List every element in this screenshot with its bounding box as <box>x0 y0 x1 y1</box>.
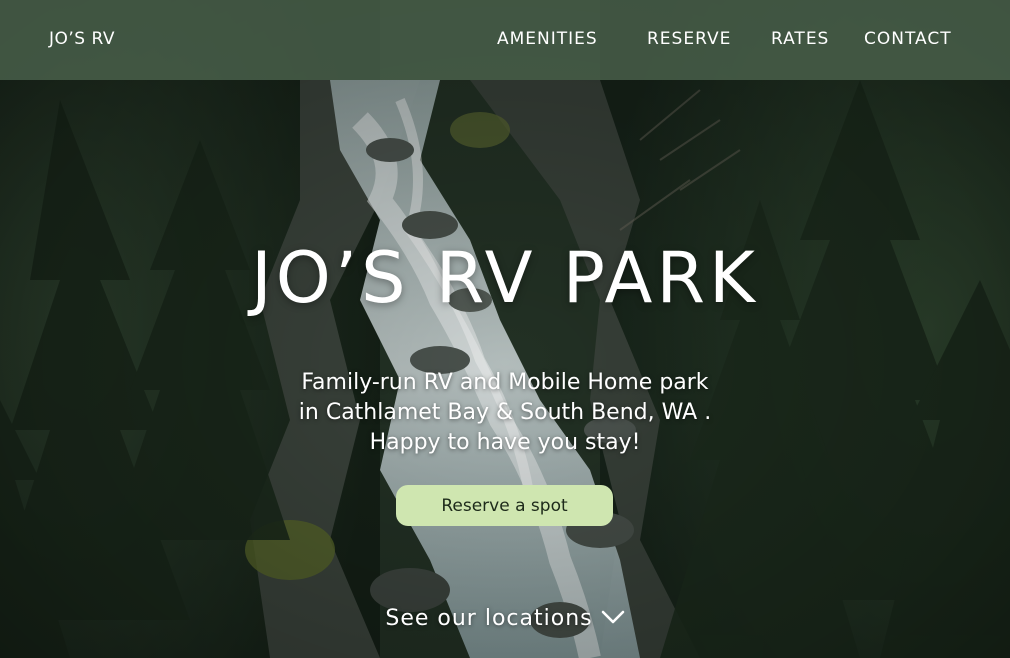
hero-subtitle-line: Family-run RV and Mobile Home park <box>301 370 709 395</box>
hero-title: JO’S RV PARK <box>251 237 759 319</box>
page: JO’S RV AMENITIES RESERVE RATES CONTACT … <box>0 0 1010 658</box>
reserve-spot-button[interactable]: Reserve a spot <box>396 485 613 526</box>
see-locations-label: See our locations <box>385 606 593 631</box>
hero-overlay <box>0 0 1010 658</box>
brand-logo-link[interactable]: JO’S RV <box>49 29 115 49</box>
nav-link-reserve[interactable]: RESERVE <box>647 29 731 49</box>
nav-link-amenities[interactable]: AMENITIES <box>497 29 598 49</box>
hero-subtitle-line: Happy to have you stay! <box>369 430 641 455</box>
chevron-down-icon <box>601 605 625 630</box>
hero-subtitle: Family-run RV and Mobile Home park in Ca… <box>255 368 755 458</box>
nav-link-contact[interactable]: CONTACT <box>864 29 952 49</box>
navbar: JO’S RV AMENITIES RESERVE RATES CONTACT <box>0 0 1010 80</box>
nav-link-rates[interactable]: RATES <box>771 29 829 49</box>
see-locations-link[interactable]: See our locations <box>0 606 1010 631</box>
hero-subtitle-line: in Cathlamet Bay & South Bend, WA . <box>298 400 712 425</box>
